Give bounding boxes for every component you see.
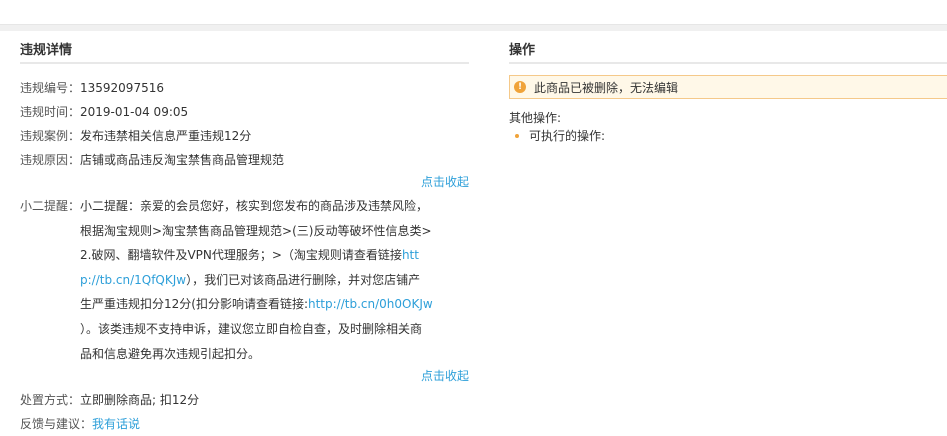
field-label: 违规时间：: [20, 105, 81, 119]
other-operations-label: 其他操作:: [509, 111, 562, 125]
notice-text: 此商品已被删除，无法编辑: [534, 80, 679, 95]
field-label: 违规原因：: [20, 153, 81, 167]
field-violation-time: 违规时间： 2019-01-04 09:05: [20, 100, 469, 124]
reminder-text-fragment: 生严重违规扣分12分(扣分影响请查看链接:: [80, 297, 308, 312]
bullet-dot-icon: [515, 134, 519, 138]
field-feedback: 反馈与建议： 我有话说: [20, 412, 469, 436]
collapse-row-2: 点击收起: [20, 366, 469, 388]
reminder-line: 品和信息避免再次违规引起扣分。: [80, 346, 261, 361]
reminder-text: 小二提醒：亲爱的会员您好，核实到您发布的商品涉及违禁风险， 根据淘宝规则>淘宝禁…: [80, 194, 440, 366]
feedback-link[interactable]: 我有话说: [92, 412, 140, 436]
warning-icon: !: [514, 81, 526, 93]
reminder-line: 生严重违规扣分12分(扣分影响请查看链接:http://tb.cn/0h0OKJ…: [80, 292, 440, 317]
operations-panel: 操作 ! 此商品已被删除，无法编辑 其他操作: 可执行的操作:: [509, 30, 947, 145]
collapse-link[interactable]: 点击收起: [421, 175, 469, 189]
executable-operations-label: 可执行的操作:: [529, 129, 606, 143]
field-violation-case: 违规案例： 发布违禁相关信息严重违规12分: [20, 124, 469, 148]
field-label: 处置方式：: [20, 393, 81, 408]
reminder-line: p://tb.cn/1QfQKJw），我们已对该商品进行删除，并对您店铺产: [80, 268, 440, 293]
top-strip: [0, 0, 947, 24]
field-value: 发布违禁相关信息严重违规12分: [80, 129, 252, 143]
reminder-text-fragment: ），我们已对该商品进行删除，并对您店铺产: [186, 272, 421, 287]
executable-operations-item: 可执行的操作:: [509, 127, 947, 145]
reminder-label: 小二提醒：: [20, 199, 81, 213]
rules-link-part1[interactable]: htt: [402, 248, 419, 262]
reminder-line: 小二提醒：亲爱的会员您好，核实到您发布的商品涉及违禁风险，: [80, 199, 429, 213]
field-handling: 处置方式： 立即删除商品; 扣12分: [20, 388, 469, 412]
field-violation-id: 违规编号： 13592097516: [20, 76, 469, 100]
field-violation-reason: 违规原因： 店铺或商品违反淘宝禁售商品管理规范: [20, 148, 469, 172]
field-value: 立即删除商品; 扣12分: [80, 393, 200, 408]
other-operations: 其他操作: 可执行的操作:: [509, 109, 947, 145]
rules-link-part2[interactable]: p://tb.cn/1QfQKJw: [80, 273, 186, 287]
collapse-row-1: 点击收起: [20, 172, 469, 194]
reminder-block: 小二提醒： 小二提醒：亲爱的会员您好，核实到您发布的商品涉及违禁风险， 根据淘宝…: [20, 194, 469, 366]
field-value: 2019-01-04 09:05: [80, 105, 189, 119]
operations-title: 操作: [509, 30, 947, 64]
reminder-line: 根据淘宝规则>淘宝禁售商品管理规范>(三)反动等破坏性信息类>: [80, 223, 432, 238]
reminder-line: ）。该类违规不支持申诉，建议您立即自检自查，及时删除相关商: [80, 321, 423, 336]
violation-fields: 违规编号： 13592097516 违规时间： 2019-01-04 09:05…: [20, 64, 469, 436]
field-value: 店铺或商品违反淘宝禁售商品管理规范: [80, 153, 285, 167]
collapse-link[interactable]: 点击收起: [421, 369, 469, 383]
field-label: 违规案例：: [20, 129, 81, 143]
reminder-line: 2.破网、翻墙软件及VPN代理服务；>（淘宝规则请查看链接htt: [80, 243, 440, 268]
penalty-link[interactable]: http://tb.cn/0h0OKJw: [308, 297, 433, 311]
cutoff-row: [40, 0, 232, 6]
field-label: 反馈与建议：: [20, 417, 93, 432]
violation-details-title: 违规详情: [20, 30, 469, 64]
deleted-notice: ! 此商品已被删除，无法编辑: [509, 75, 947, 99]
violation-details-panel: 违规详情 违规编号： 13592097516 违规时间： 2019-01-04 …: [20, 30, 469, 436]
reminder-text-fragment: 2.破网、翻墙软件及VPN代理服务；>（淘宝规则请查看链接: [80, 248, 402, 263]
field-value: 13592097516: [80, 81, 164, 95]
field-label: 违规编号：: [20, 81, 81, 95]
